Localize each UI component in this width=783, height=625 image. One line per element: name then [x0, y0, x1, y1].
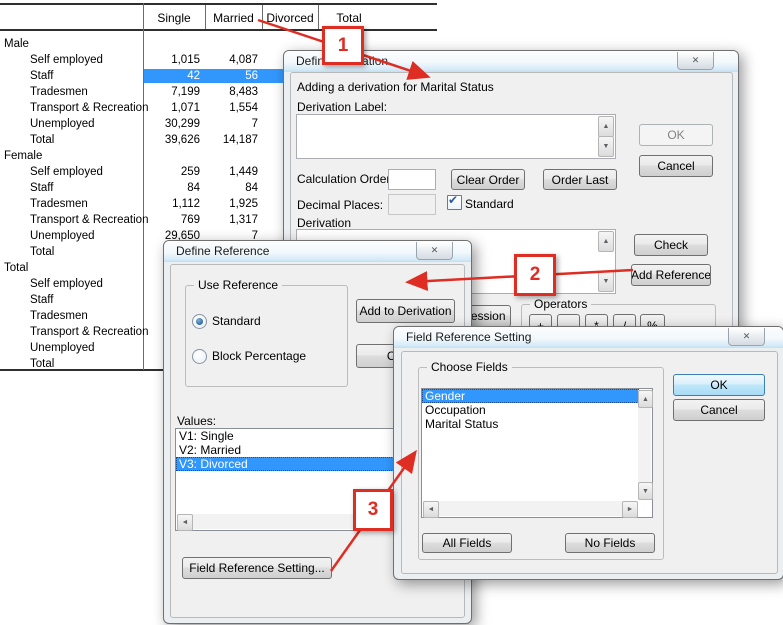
- derivation-section-label: Derivation: [297, 216, 351, 230]
- cancel-button[interactable]: Cancel: [639, 155, 713, 177]
- field-reference-setting-titlebar[interactable]: Field Reference Setting: [394, 327, 783, 348]
- cell-single: 42: [145, 68, 200, 84]
- cell-married: 84: [203, 180, 258, 196]
- check-icon: ✔: [448, 193, 458, 207]
- derivation-intro-text: Adding a derivation for Marital Status: [297, 80, 494, 94]
- cell-married: 7: [203, 116, 258, 132]
- close-icon: ✕: [743, 331, 751, 341]
- scroll-down-icon[interactable]: ▼: [598, 271, 614, 292]
- cell-single: 769: [145, 212, 200, 228]
- choose-fields-group: Choose Fields Gender Occupation Marital …: [418, 367, 664, 560]
- callout-3-box: 3: [353, 489, 393, 531]
- cell-married: 56: [203, 68, 258, 84]
- cell-single: 259: [145, 164, 200, 180]
- use-reference-group: Use Reference Standard Block Percentage: [185, 285, 348, 387]
- standard-checkbox[interactable]: ✔: [447, 195, 462, 210]
- close-icon: ✕: [431, 245, 439, 255]
- values-label: Values:: [177, 414, 216, 428]
- ok-button[interactable]: OK: [673, 374, 765, 396]
- cell-married: 4,087: [203, 52, 258, 68]
- no-fields-button[interactable]: No Fields: [565, 533, 655, 553]
- calculation-order-input[interactable]: [388, 169, 436, 190]
- horizontal-scrollbar[interactable]: ◄ ►: [423, 501, 638, 516]
- cell-single: 84: [145, 180, 200, 196]
- scroll-left-icon[interactable]: ◄: [423, 501, 439, 518]
- cell-single: 1,071: [145, 100, 200, 116]
- block-percentage-radio[interactable]: [192, 349, 207, 364]
- cell-married: 8,483: [203, 84, 258, 100]
- scroll-down-icon[interactable]: ▼: [638, 482, 653, 500]
- dialog-title: Define Reference: [176, 244, 269, 258]
- table-top-rule: [0, 3, 437, 5]
- choose-fields-group-label: Choose Fields: [427, 360, 512, 374]
- use-reference-group-label: Use Reference: [194, 278, 282, 292]
- field-reference-setting-dialog: Field Reference Setting ✕ Choose Fields …: [393, 326, 783, 580]
- cell-married: 1,449: [203, 164, 258, 180]
- check-button[interactable]: Check: [634, 234, 708, 256]
- derivation-label-input[interactable]: ▲ ▼: [296, 114, 616, 159]
- standard-checkbox-label: Standard: [465, 197, 514, 211]
- close-icon: ✕: [692, 55, 700, 65]
- ok-button[interactable]: OK: [639, 124, 713, 146]
- list-item[interactable]: Occupation: [422, 403, 652, 417]
- cell-married: 14,187: [203, 132, 258, 148]
- fields-listbox[interactable]: Gender Occupation Marital Status ▲ ▼ ◄ ►: [421, 388, 653, 518]
- callout-1-box: 1: [322, 26, 364, 65]
- cancel-button[interactable]: Cancel: [673, 399, 765, 421]
- scroll-left-icon[interactable]: ◄: [177, 514, 193, 531]
- cell-single: 39,626: [145, 132, 200, 148]
- close-button[interactable]: ✕: [728, 328, 765, 346]
- column-header-total: Total: [318, 9, 380, 27]
- cell-single: 1,112: [145, 196, 200, 212]
- cell-married: 1,317: [203, 212, 258, 228]
- cell-single: 1,015: [145, 52, 200, 68]
- all-fields-button[interactable]: All Fields: [422, 533, 512, 553]
- cell-married: 1,925: [203, 196, 258, 212]
- scroll-up-icon[interactable]: ▲: [638, 390, 653, 408]
- close-button[interactable]: ✕: [416, 242, 453, 260]
- calculation-order-label: Calculation Order:: [297, 172, 394, 186]
- column-header-single: Single: [143, 9, 205, 27]
- cell-single: 7,199: [145, 84, 200, 100]
- column-header-divorced: Divorced: [262, 9, 318, 27]
- standard-radio-label: Standard: [212, 314, 261, 328]
- scroll-up-icon[interactable]: ▲: [598, 116, 614, 137]
- close-button[interactable]: ✕: [677, 52, 714, 70]
- cell-single: 30,299: [145, 116, 200, 132]
- vertical-scrollbar[interactable]: ▲ ▼: [638, 390, 651, 500]
- add-reference-button[interactable]: Add Reference: [631, 264, 711, 286]
- column-header-married: Married: [205, 9, 262, 27]
- list-item[interactable]: Marital Status: [422, 417, 652, 431]
- derivation-label-caption: Derivation Label:: [297, 100, 387, 114]
- add-to-derivation-button[interactable]: Add to Derivation: [356, 299, 455, 323]
- operators-group-label: Operators: [530, 297, 591, 311]
- clear-order-button[interactable]: Clear Order: [451, 169, 525, 190]
- table-header-rule: [0, 29, 437, 31]
- scroll-down-icon[interactable]: ▼: [598, 136, 614, 157]
- callout-2-box: 2: [514, 254, 556, 296]
- application-window: Single Married Divorced Total Male Self …: [0, 0, 783, 625]
- list-item-selected[interactable]: Gender: [422, 389, 639, 403]
- order-last-button[interactable]: Order Last: [543, 169, 617, 190]
- standard-radio[interactable]: [192, 314, 207, 329]
- field-reference-setting-button[interactable]: Field Reference Setting...: [182, 557, 332, 579]
- cell-married: 1,554: [203, 100, 258, 116]
- scroll-right-icon[interactable]: ►: [622, 501, 638, 518]
- decimal-places-input[interactable]: [388, 194, 436, 215]
- decimal-places-label: Decimal Places:: [297, 198, 383, 212]
- dialog-title: Field Reference Setting: [406, 330, 531, 344]
- scroll-up-icon[interactable]: ▲: [598, 231, 614, 252]
- block-percentage-radio-label: Block Percentage: [212, 349, 306, 363]
